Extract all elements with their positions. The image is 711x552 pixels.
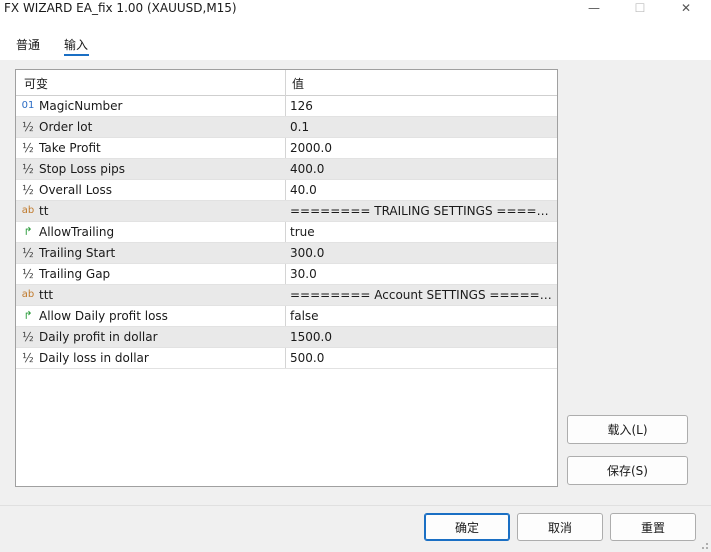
reset-button[interactable]: 重置: [610, 513, 696, 541]
input-name: Allow Daily profit loss: [39, 309, 168, 323]
input-value[interactable]: true: [290, 225, 552, 239]
input-name: AllowTrailing: [39, 225, 115, 239]
input-value[interactable]: 1500.0: [290, 330, 552, 344]
bool-type-icon: ↱: [23, 225, 33, 238]
table-row[interactable]: ½ Stop Loss pips 400.0: [16, 159, 557, 180]
input-value[interactable]: 2000.0: [290, 141, 552, 155]
input-value[interactable]: ======== Account SETTINGS =======...: [290, 288, 552, 302]
double-type-icon: ½: [22, 246, 34, 260]
bool-type-icon: ↱: [23, 309, 33, 322]
input-value[interactable]: 400.0: [290, 162, 552, 176]
input-name: Order lot: [39, 120, 93, 134]
input-value[interactable]: 0.1: [290, 120, 552, 134]
input-value[interactable]: ======== TRAILING SETTINGS ======...: [290, 204, 552, 218]
input-name: Overall Loss: [39, 183, 113, 197]
double-type-icon: ½: [22, 351, 34, 365]
title-bar: FX WIZARD EA_fix 1.00 (XAUUSD,M15) — ☐ ✕: [0, 0, 711, 32]
table-row[interactable]: ½ Trailing Start 300.0: [16, 243, 557, 264]
input-name: Trailing Gap: [39, 267, 111, 281]
input-name: Stop Loss pips: [39, 162, 126, 176]
grid-rows: 01 MagicNumber 126 ½ Order lot 0.1 ½ Take Profi…: [16, 96, 557, 369]
string-type-icon: ab: [21, 289, 35, 300]
double-type-icon: ½: [22, 267, 34, 281]
save-button[interactable]: 保存(S): [567, 456, 688, 485]
column-header-value[interactable]: 值: [292, 75, 304, 92]
close-button[interactable]: ✕: [663, 0, 709, 16]
window-title: FX WIZARD EA_fix 1.00 (XAUUSD,M15): [4, 1, 237, 15]
double-type-icon: ½: [22, 141, 34, 155]
minimize-icon: —: [588, 1, 600, 15]
cancel-button[interactable]: 取消: [517, 513, 603, 541]
table-row[interactable]: 01 MagicNumber 126: [16, 96, 557, 117]
ok-button[interactable]: 确定: [424, 513, 510, 541]
string-type-icon: ab: [21, 205, 35, 216]
load-button[interactable]: 载入(L): [567, 415, 688, 444]
input-name: ttt: [39, 288, 54, 302]
input-name: Daily profit in dollar: [39, 330, 158, 344]
tab-strip: 普通 输入: [0, 32, 711, 60]
double-type-icon: ½: [22, 183, 34, 197]
table-row[interactable]: ½ Take Profit 2000.0: [16, 138, 557, 159]
input-name: Daily loss in dollar: [39, 351, 149, 365]
table-row[interactable]: ½ Daily loss in dollar 500.0: [16, 348, 557, 369]
double-type-icon: ½: [22, 120, 34, 134]
tab-common[interactable]: 普通: [16, 36, 40, 53]
input-value[interactable]: 300.0: [290, 246, 552, 260]
table-row[interactable]: ↱ Allow Daily profit loss false: [16, 306, 557, 327]
double-type-icon: ½: [22, 330, 34, 344]
dialog-button-bar: 确定 取消 重置: [0, 505, 711, 552]
resize-grip-icon[interactable]: [699, 540, 709, 550]
input-name: MagicNumber: [39, 99, 123, 113]
input-value[interactable]: 40.0: [290, 183, 552, 197]
close-icon: ✕: [680, 1, 692, 15]
grid-header: 可变 值: [16, 70, 557, 96]
input-value[interactable]: false: [290, 309, 552, 323]
table-row[interactable]: ab ttt ======== Account SETTINGS =======..…: [16, 285, 557, 306]
active-tab-indicator: [64, 54, 89, 56]
table-row[interactable]: ½ Trailing Gap 30.0: [16, 264, 557, 285]
maximize-icon: ☐: [634, 1, 646, 15]
table-row[interactable]: ↱ AllowTrailing true: [16, 222, 557, 243]
table-row[interactable]: ab tt ======== TRAILING SETTINGS ======...: [16, 201, 557, 222]
tab-inputs[interactable]: 输入: [64, 36, 88, 53]
inputs-grid[interactable]: 可变 值 01 MagicNumber 126 ½ Order lot 0.1 ½ Take …: [15, 69, 558, 487]
minimize-button[interactable]: —: [571, 0, 617, 16]
input-name: tt: [39, 204, 49, 218]
table-row[interactable]: ½ Order lot 0.1: [16, 117, 557, 138]
column-header-variable[interactable]: 可变: [24, 75, 48, 92]
input-value[interactable]: 126: [290, 99, 552, 113]
input-value[interactable]: 500.0: [290, 351, 552, 365]
input-value[interactable]: 30.0: [290, 267, 552, 281]
double-type-icon: ½: [22, 162, 34, 176]
table-row[interactable]: ½ Daily profit in dollar 1500.0: [16, 327, 557, 348]
integer-type-icon: 01: [21, 100, 35, 111]
maximize-button[interactable]: ☐: [617, 0, 663, 16]
input-name: Take Profit: [39, 141, 101, 155]
table-row[interactable]: ½ Overall Loss 40.0: [16, 180, 557, 201]
input-name: Trailing Start: [39, 246, 116, 260]
